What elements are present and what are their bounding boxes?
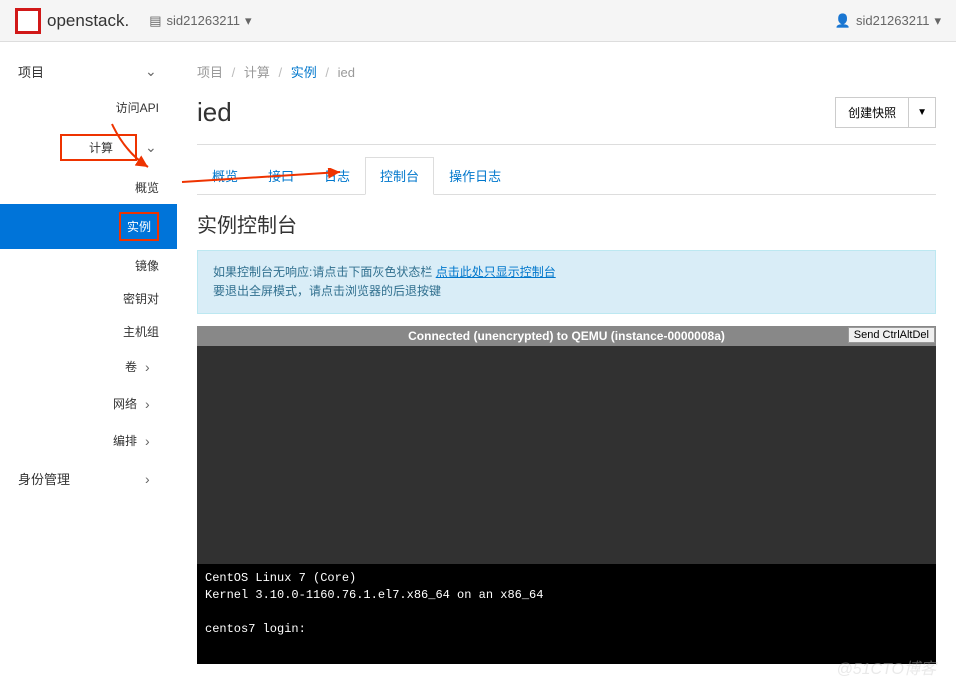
breadcrumb-project: 项目 — [197, 65, 223, 80]
sidebar: 项目 ⌄ 访问API 计算 ⌄ 概览 实例 镜像 密钥对 主机组 卷 › 网络 … — [0, 42, 177, 684]
create-snapshot-button[interactable]: 创建快照 — [835, 97, 909, 128]
sidebar-item-keypairs[interactable]: 密钥对 — [0, 282, 177, 315]
breadcrumb-instances[interactable]: 实例 — [291, 65, 317, 80]
chevron-right-icon: › — [145, 471, 159, 487]
chevron-down-icon: ⌄ — [145, 63, 159, 80]
chevron-right-icon: › — [145, 433, 159, 449]
user-name: sid21263211 — [856, 13, 930, 28]
openstack-logo-icon — [15, 8, 41, 34]
console-section-title: 实例控制台 — [197, 209, 936, 238]
sidebar-network[interactable]: 网络 › — [0, 385, 177, 422]
snapshot-button-group: 创建快照 ▼ — [835, 97, 936, 128]
page-title: ied — [197, 97, 232, 128]
user-menu[interactable]: 👤 sid21263211 ▾ — [835, 13, 941, 29]
sidebar-volumes[interactable]: 卷 › — [0, 348, 177, 385]
sidebar-identity[interactable]: 身份管理 › — [0, 459, 177, 498]
terminal-status-bar[interactable]: Connected (unencrypted) to QEMU (instanc… — [197, 326, 936, 346]
tabs: 概览 接口 日志 控制台 操作日志 — [197, 157, 936, 195]
sidebar-item-access-api[interactable]: 访问API — [0, 91, 177, 124]
stack-icon: ▤ — [149, 14, 161, 27]
sidebar-item-instances[interactable]: 实例 — [0, 204, 177, 249]
topbar: openstack. ▤ sid21263211 ▾ 👤 sid21263211… — [0, 0, 956, 42]
chevron-right-icon: › — [145, 396, 159, 412]
chevron-down-icon: ⌄ — [145, 139, 159, 156]
tab-actionlog[interactable]: 操作日志 — [434, 157, 516, 194]
sidebar-compute[interactable]: 计算 ⌄ — [0, 124, 177, 171]
tab-log[interactable]: 日志 — [309, 157, 365, 194]
snapshot-dropdown-button[interactable]: ▼ — [909, 97, 936, 128]
tab-console[interactable]: 控制台 — [365, 157, 434, 195]
chevron-right-icon: › — [145, 359, 159, 375]
breadcrumb-compute: 计算 — [244, 65, 270, 80]
content-area: 项目 / 计算 / 实例 / ied ied 创建快照 ▼ 概览 接口 日志 控… — [177, 42, 956, 684]
terminal-container: Connected (unencrypted) to QEMU (instanc… — [197, 326, 936, 664]
terminal-output[interactable]: CentOS Linux 7 (Core) Kernel 3.10.0-1160… — [197, 564, 936, 664]
caret-down-icon: ▾ — [245, 13, 252, 29]
caret-down-icon: ▾ — [934, 13, 941, 29]
terminal-gray-area[interactable] — [197, 346, 936, 564]
sidebar-project[interactable]: 项目 ⌄ — [0, 52, 177, 91]
tab-overview[interactable]: 概览 — [197, 157, 253, 194]
show-only-console-link[interactable]: 点击此处只显示控制台 — [436, 265, 556, 279]
logo-text: openstack. — [47, 11, 129, 31]
sidebar-item-hostgroups[interactable]: 主机组 — [0, 315, 177, 348]
project-selector[interactable]: ▤ sid21263211 ▾ — [149, 13, 251, 29]
breadcrumb-current: ied — [338, 65, 355, 80]
user-icon: 👤 — [835, 13, 851, 29]
sidebar-orchestration[interactable]: 编排 › — [0, 422, 177, 459]
logo[interactable]: openstack. — [15, 8, 129, 34]
project-name: sid21263211 — [167, 13, 241, 28]
console-alert: 如果控制台无响应:请点击下面灰色状态栏 点击此处只显示控制台 要退出全屏模式，请… — [197, 250, 936, 314]
send-ctrl-alt-del-button[interactable]: Send CtrlAltDel — [848, 327, 935, 343]
breadcrumb: 项目 / 计算 / 实例 / ied — [197, 52, 936, 91]
sidebar-item-overview[interactable]: 概览 — [0, 171, 177, 204]
tab-interfaces[interactable]: 接口 — [253, 157, 309, 194]
sidebar-item-images[interactable]: 镜像 — [0, 249, 177, 282]
